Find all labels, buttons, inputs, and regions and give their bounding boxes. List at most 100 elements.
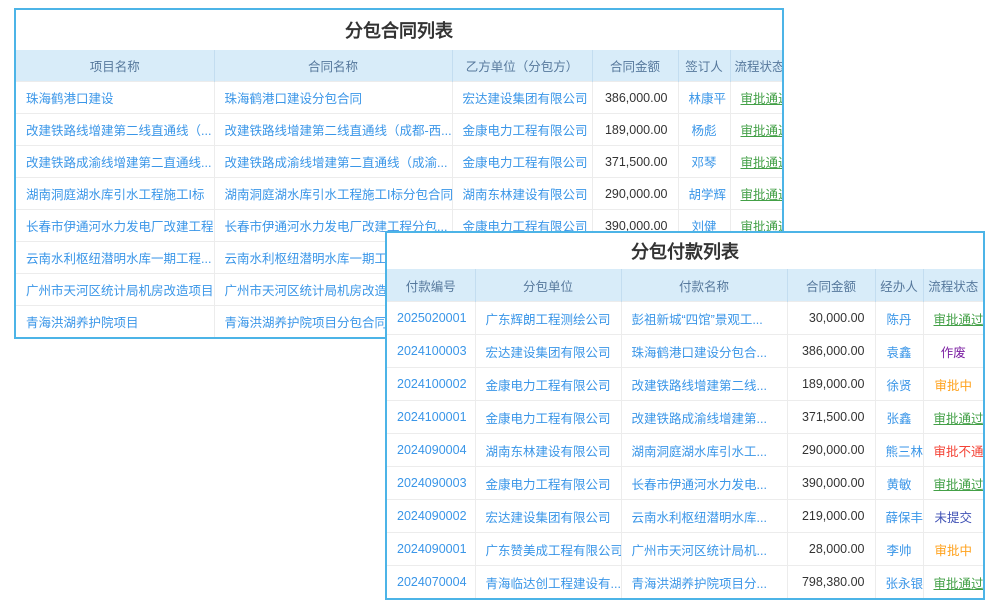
subcontract-unit-link[interactable]: 广东赞美成工程有限公司 [475, 533, 621, 566]
handler-link[interactable]: 张永银 [875, 566, 923, 599]
party-b-link[interactable]: 金康电力工程有限公司 [452, 146, 592, 178]
project-name-link[interactable]: 青海洪湖养护院项目 [16, 306, 214, 338]
column-header-project: 项目名称 [16, 50, 214, 82]
payment-list-panel: 分包付款列表 付款编号分包单位付款名称合同金额经办人流程状态 202502000… [385, 231, 985, 600]
payment-amount: 371,500.00 [787, 401, 875, 434]
project-name-link[interactable]: 云南水利枢纽潜明水库一期工程... [16, 242, 214, 274]
payment-no-link[interactable]: 2024100002 [387, 368, 475, 401]
payment-no-link[interactable]: 2025020001 [387, 302, 475, 335]
table-row: 2024070004青海临达创工程建设有...青海洪湖养护院项目分...798,… [387, 566, 983, 599]
table-row: 2024090003金康电力工程有限公司长春市伊通河水力发电...390,000… [387, 467, 983, 500]
contract-name-link[interactable]: 珠海鹤港口建设分包合同 [214, 82, 452, 114]
payment-name-link[interactable]: 彭祖新城“四馆”景观工... [621, 302, 787, 335]
status-badge[interactable]: 审批中 [923, 368, 983, 401]
column-header-party_b: 乙方单位（分包方） [452, 50, 592, 82]
subcontract-unit-link[interactable]: 金康电力工程有限公司 [475, 401, 621, 434]
party-b-link[interactable]: 宏达建设集团有限公司 [452, 82, 592, 114]
party-b-link[interactable]: 湖南东林建设有限公司 [452, 178, 592, 210]
payment-name-link[interactable]: 改建铁路成渝线增建第... [621, 401, 787, 434]
column-header-status: 流程状态 [730, 50, 782, 82]
handler-link[interactable]: 徐贤 [875, 368, 923, 401]
signer-link[interactable]: 杨彪 [678, 114, 730, 146]
subcontract-unit-link[interactable]: 广东辉朗工程测绘公司 [475, 302, 621, 335]
status-badge[interactable]: 未提交 [923, 500, 983, 533]
table-row: 2024090001广东赞美成工程有限公司广州市天河区统计局机...28,000… [387, 533, 983, 566]
table-row: 珠海鹤港口建设珠海鹤港口建设分包合同宏达建设集团有限公司386,000.00林康… [16, 82, 782, 114]
status-badge[interactable]: 审批不通过 [923, 434, 983, 467]
payment-name-link[interactable]: 珠海鹤港口建设分包合... [621, 335, 787, 368]
table-row: 湖南洞庭湖水库引水工程施工I标湖南洞庭湖水库引水工程施工I标分包合同湖南东林建设… [16, 178, 782, 210]
subcontract-unit-link[interactable]: 青海临达创工程建设有... [475, 566, 621, 599]
signer-link[interactable]: 林康平 [678, 82, 730, 114]
table-row: 2024100003宏达建设集团有限公司珠海鹤港口建设分包合...386,000… [387, 335, 983, 368]
payment-name-link[interactable]: 湖南洞庭湖水库引水工... [621, 434, 787, 467]
column-header-handler: 经办人 [875, 269, 923, 302]
status-badge[interactable]: 审批通过 [730, 146, 782, 178]
handler-link[interactable]: 袁鑫 [875, 335, 923, 368]
handler-link[interactable]: 熊三林 [875, 434, 923, 467]
subcontract-unit-link[interactable]: 宏达建设集团有限公司 [475, 335, 621, 368]
status-badge[interactable]: 作废 [923, 335, 983, 368]
table-row: 2025020001广东辉朗工程测绘公司彭祖新城“四馆”景观工...30,000… [387, 302, 983, 335]
payment-no-link[interactable]: 2024090003 [387, 467, 475, 500]
subcontract-unit-link[interactable]: 宏达建设集团有限公司 [475, 500, 621, 533]
signer-link[interactable]: 胡学辉 [678, 178, 730, 210]
signer-link[interactable]: 邓琴 [678, 146, 730, 178]
table-row: 2024090002宏达建设集团有限公司云南水利枢纽潜明水库...219,000… [387, 500, 983, 533]
payment-name-link[interactable]: 改建铁路线增建第二线... [621, 368, 787, 401]
payment-table-header-row: 付款编号分包单位付款名称合同金额经办人流程状态 [387, 269, 983, 302]
status-badge[interactable]: 审批通过 [923, 566, 983, 599]
subcontract-unit-link[interactable]: 湖南东林建设有限公司 [475, 434, 621, 467]
status-badge[interactable]: 审批通过 [730, 82, 782, 114]
column-header-unit: 分包单位 [475, 269, 621, 302]
handler-link[interactable]: 陈丹 [875, 302, 923, 335]
payment-no-link[interactable]: 2024100003 [387, 335, 475, 368]
contract-amount: 371,500.00 [592, 146, 678, 178]
handler-link[interactable]: 李帅 [875, 533, 923, 566]
subcontract-unit-link[interactable]: 金康电力工程有限公司 [475, 467, 621, 500]
contract-table-header-row: 项目名称合同名称乙方单位（分包方）合同金额签订人流程状态 [16, 50, 782, 82]
payment-no-link[interactable]: 2024090002 [387, 500, 475, 533]
column-header-amount: 合同金额 [592, 50, 678, 82]
party-b-link[interactable]: 金康电力工程有限公司 [452, 114, 592, 146]
payment-no-link[interactable]: 2024100001 [387, 401, 475, 434]
column-header-amount: 合同金额 [787, 269, 875, 302]
handler-link[interactable]: 薛保丰 [875, 500, 923, 533]
payment-amount: 189,000.00 [787, 368, 875, 401]
project-name-link[interactable]: 长春市伊通河水力发电厂改建工程 [16, 210, 214, 242]
subcontract-unit-link[interactable]: 金康电力工程有限公司 [475, 368, 621, 401]
contract-name-link[interactable]: 湖南洞庭湖水库引水工程施工I标分包合同 [214, 178, 452, 210]
status-badge[interactable]: 审批通过 [923, 401, 983, 434]
handler-link[interactable]: 黄敏 [875, 467, 923, 500]
status-badge[interactable]: 审批通过 [730, 114, 782, 146]
project-name-link[interactable]: 湖南洞庭湖水库引水工程施工I标 [16, 178, 214, 210]
status-badge[interactable]: 审批通过 [923, 302, 983, 335]
payment-no-link[interactable]: 2024090004 [387, 434, 475, 467]
table-row: 2024100001金康电力工程有限公司改建铁路成渝线增建第...371,500… [387, 401, 983, 434]
status-badge[interactable]: 审批通过 [730, 178, 782, 210]
payment-amount: 798,380.00 [787, 566, 875, 599]
contract-amount: 386,000.00 [592, 82, 678, 114]
payment-name-link[interactable]: 青海洪湖养护院项目分... [621, 566, 787, 599]
status-badge[interactable]: 审批中 [923, 533, 983, 566]
project-name-link[interactable]: 广州市天河区统计局机房改造项目 [16, 274, 214, 306]
payment-no-link[interactable]: 2024090001 [387, 533, 475, 566]
payment-amount: 386,000.00 [787, 335, 875, 368]
project-name-link[interactable]: 改建铁路线增建第二线直通线（... [16, 114, 214, 146]
table-row: 改建铁路成渝线增建第二直通线...改建铁路成渝线增建第二直通线（成渝...金康电… [16, 146, 782, 178]
contract-name-link[interactable]: 改建铁路线增建第二线直通线（成都-西... [214, 114, 452, 146]
table-row: 2024100002金康电力工程有限公司改建铁路线增建第二线...189,000… [387, 368, 983, 401]
handler-link[interactable]: 张鑫 [875, 401, 923, 434]
payment-amount: 390,000.00 [787, 467, 875, 500]
payment-name-link[interactable]: 云南水利枢纽潜明水库... [621, 500, 787, 533]
project-name-link[interactable]: 改建铁路成渝线增建第二直通线... [16, 146, 214, 178]
payment-name-link[interactable]: 广州市天河区统计局机... [621, 533, 787, 566]
contract-amount: 290,000.00 [592, 178, 678, 210]
status-badge[interactable]: 审批通过 [923, 467, 983, 500]
project-name-link[interactable]: 珠海鹤港口建设 [16, 82, 214, 114]
payment-no-link[interactable]: 2024070004 [387, 566, 475, 599]
payment-name-link[interactable]: 长春市伊通河水力发电... [621, 467, 787, 500]
contract-amount: 189,000.00 [592, 114, 678, 146]
column-header-payment_no: 付款编号 [387, 269, 475, 302]
contract-name-link[interactable]: 改建铁路成渝线增建第二直通线（成渝... [214, 146, 452, 178]
